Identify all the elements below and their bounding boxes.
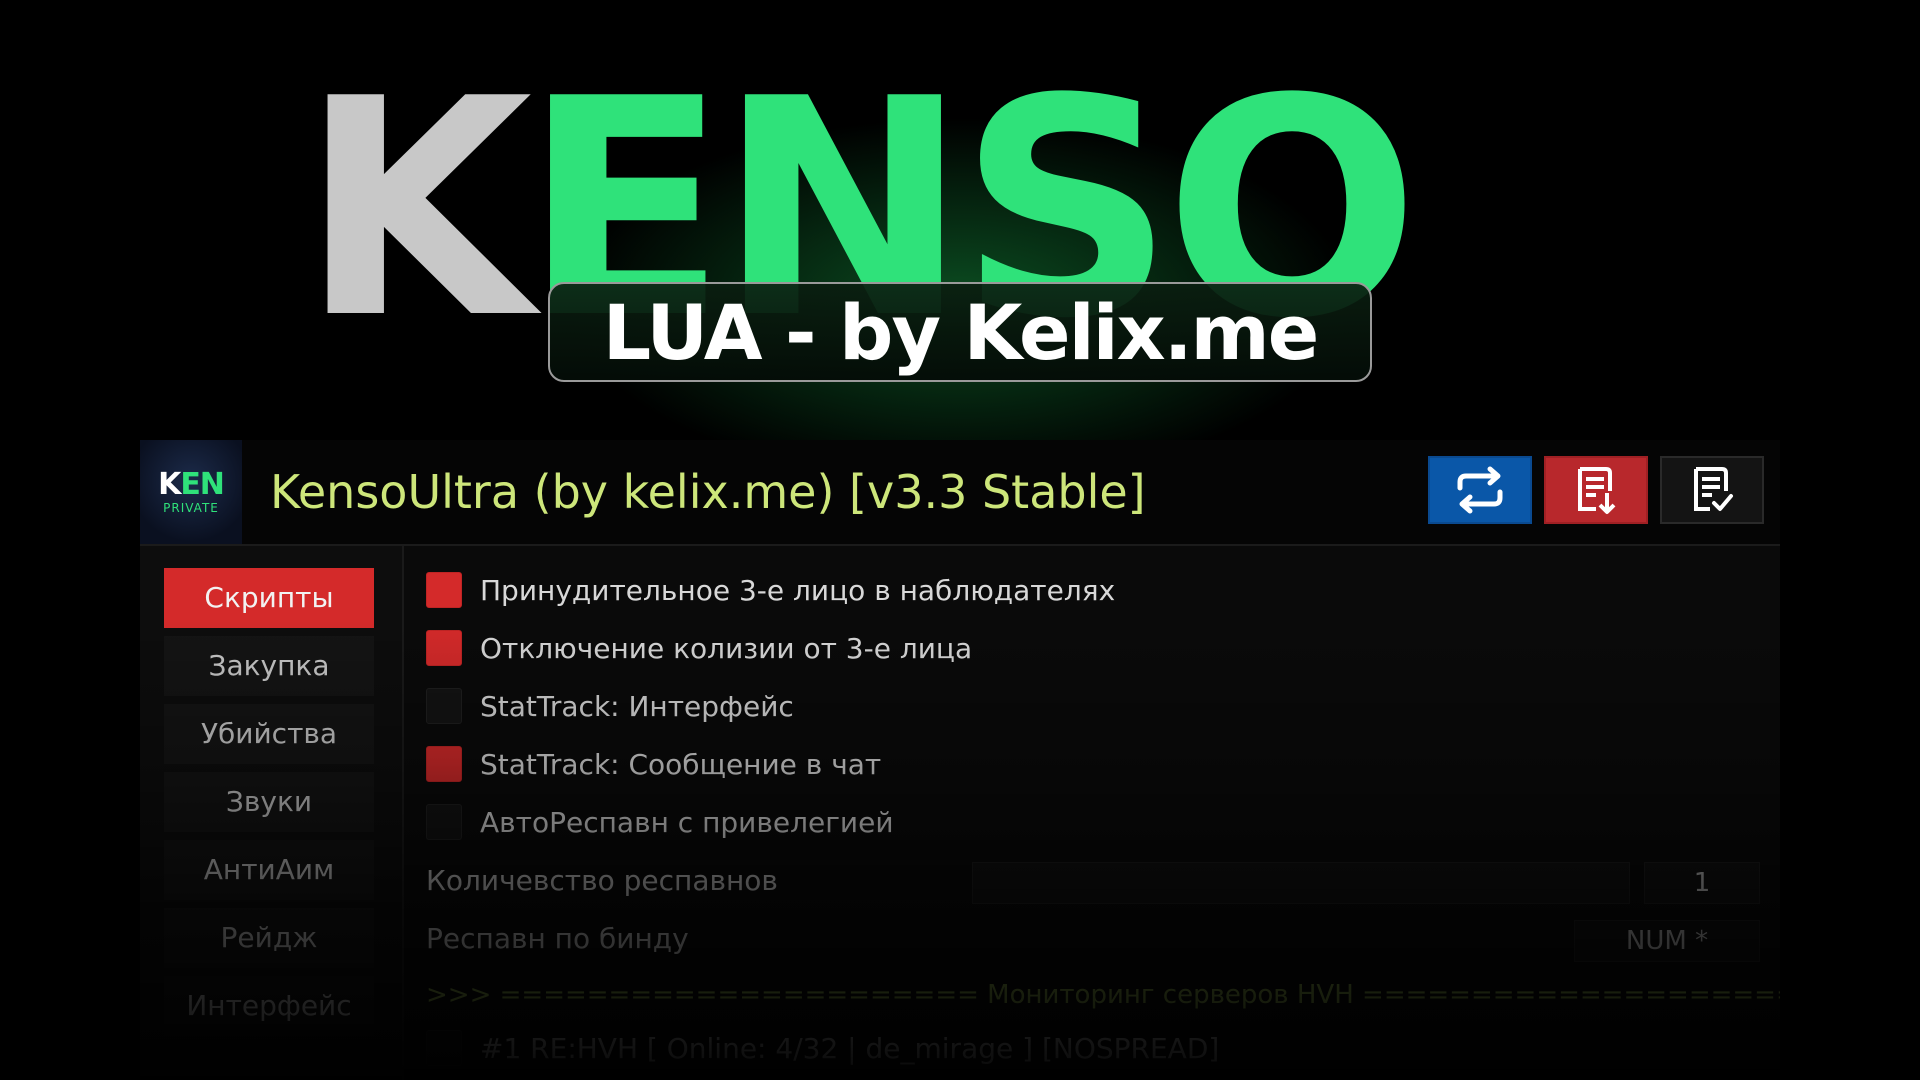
option-row[interactable]: StatTrack: Сообщение в чат [426,744,881,784]
checkbox-server-1[interactable] [426,1030,462,1066]
respawn-bind-label: Респавн по бинду [426,922,689,955]
download-list-button[interactable] [1544,456,1648,524]
checklist-button[interactable] [1660,456,1764,524]
banner-title-k: K [300,35,533,384]
option-label: Принудительное 3-е лицо в наблюдателях [480,573,1116,607]
logo-word-k: K [158,467,181,502]
refresh-button[interactable] [1428,456,1532,524]
refresh-icon [1457,466,1503,514]
checkbox-auto-respawn[interactable] [426,804,462,840]
sidebar: Скрипты Закупка Убийства Звуки АнтиАим Р… [140,546,404,1080]
checklist-icon [1694,467,1733,511]
option-label: АвтоРеспавн с привелегией [480,805,894,839]
logo-word: KEN [158,467,225,502]
option-row[interactable]: Отключение колизии от 3-е лица [426,628,972,668]
title-bar: KEN PRIVATE KensoUltra (by kelix.me) [v3… [140,440,1780,546]
option-label: StatTrack: Интерфейс [480,689,794,723]
download-list-icon [1578,467,1616,514]
respawn-count-value[interactable]: 1 [1644,862,1760,904]
banner-subtitle: LUA - by Kelix.me [602,287,1320,377]
respawn-bind-key[interactable]: NUM * [1574,920,1760,962]
banner-subtitle-box: LUA - by Kelix.me [548,282,1372,382]
sidebar-item-purchase[interactable]: Закупка [164,636,374,696]
option-label: Отключение колизии от 3-е лица [480,631,973,665]
sidebar-item-sounds[interactable]: Звуки [164,772,374,832]
option-row[interactable]: StatTrack: Интерфейс [426,686,794,726]
monitor-header: >>> ====================== Мониторинг се… [426,980,1780,1010]
sidebar-item-scripts[interactable]: Скрипты [164,568,374,628]
server-row[interactable]: #1 RE:HVH [ Online: 4/32 | de_mirage ] [… [426,1028,1219,1068]
respawn-count-label: Количевство респавнов [426,864,778,897]
option-row[interactable]: Принудительное 3-е лицо в наблюдателях [426,570,1115,610]
app-logo: KEN PRIVATE [140,440,242,544]
sidebar-item-rage[interactable]: Рейдж [164,908,374,968]
respawn-count-slider[interactable] [972,862,1630,904]
sidebar-item-interface[interactable]: Интерфейс [164,976,374,1036]
window-title: KensoUltra (by kelix.me) [v3.3 Stable] [270,465,1146,519]
scripts-panel: Принудительное 3-е лицо в наблюдателях О… [402,546,1780,1080]
checkbox-forced-third-person[interactable] [426,572,462,608]
option-row[interactable]: АвтоРеспавн с привелегией [426,802,894,842]
option-label: StatTrack: Сообщение в чат [480,747,882,781]
logo-sub: PRIVATE [163,501,219,515]
checkbox-stattrack-chat[interactable] [426,746,462,782]
logo-word-en: EN [180,467,225,502]
sidebar-item-antiaim[interactable]: АнтиАим [164,840,374,900]
sidebar-item-kills[interactable]: Убийства [164,704,374,764]
app-window: KEN PRIVATE KensoUltra (by kelix.me) [v3… [140,440,1780,1080]
server-label: #1 RE:HVH [ Online: 4/32 | de_mirage ] [… [480,1031,1220,1065]
checkbox-stattrack-interface[interactable] [426,688,462,724]
checkbox-disable-collision[interactable] [426,630,462,666]
